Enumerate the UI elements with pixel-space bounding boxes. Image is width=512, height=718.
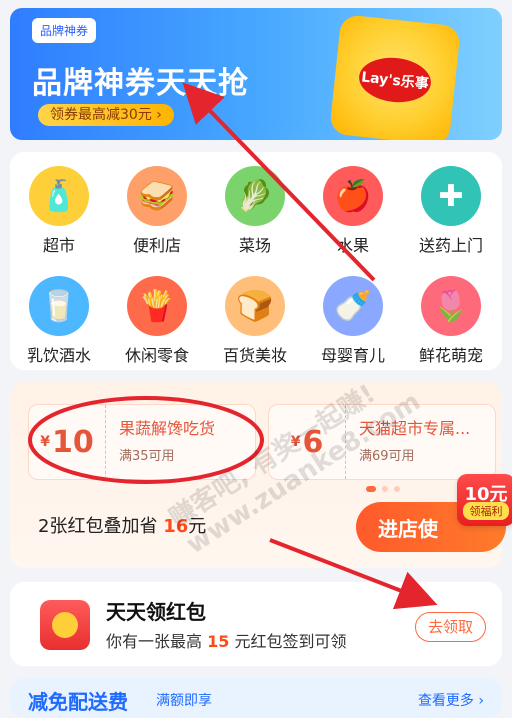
banner-title: 品牌神券天天抢 (32, 66, 249, 101)
category-convenience-store[interactable]: 🥪 便利店 (108, 152, 206, 255)
red-tag-label: 领福利 (463, 502, 509, 520)
delivery-subtitle: 满额即享 (156, 693, 212, 709)
coupon-amount: ¥ 10 (29, 405, 106, 479)
coupon-value: 10 (52, 424, 94, 460)
coupon-condition: 满69可用 (359, 449, 415, 464)
sandwich-icon: 🥪 (127, 166, 187, 226)
carousel-dot (382, 486, 388, 492)
category-label: 菜场 (238, 236, 271, 255)
brand-coupon-banner[interactable]: 品牌神券 品牌神券天天抢 领券最高减30元 › Lay's乐事 (10, 8, 502, 140)
claim-button[interactable]: 去领取 (414, 612, 486, 642)
bread-icon: 🍞 (225, 276, 285, 336)
category-medicine-delivery[interactable]: ✚ 送药上门 (402, 152, 500, 255)
category-dairy-drinks[interactable]: 🥛 乳饮酒水 (10, 262, 108, 365)
formula-can-icon: 🍼 (323, 276, 383, 336)
currency-symbol: ¥ (40, 434, 50, 450)
daily-desc-value: 15 (207, 632, 230, 651)
daily-title: 天天领红包 (106, 600, 206, 624)
chips-icon: 🍟 (127, 276, 187, 336)
delivery-title: 减免配送费 (28, 690, 128, 714)
view-more-link[interactable]: 查看更多 › (418, 690, 484, 710)
banner-coupon-pill[interactable]: 领券最高减30元 › (38, 104, 174, 126)
lays-logo: Lay's乐事 (356, 54, 434, 106)
category-label: 百货美妆 (222, 346, 287, 365)
category-general-beauty[interactable]: 🍞 百货美妆 (206, 262, 304, 365)
category-label: 乳饮酒水 (26, 346, 91, 365)
daily-desc-prefix: 你有一张最高 (106, 632, 208, 651)
apple-icon: 🍎 (323, 166, 383, 226)
oil-bottle-icon: 🧴 (29, 166, 89, 226)
coupon-info: 果蔬解馋吃货 满35可用 (119, 415, 243, 464)
daily-red-packet-card: 天天领红包 你有一张最高 15 元红包签到可领 去领取 (10, 582, 502, 666)
coupon-name: 果蔬解馋吃货 (119, 419, 216, 438)
category-label: 便利店 (132, 236, 181, 255)
category-mother-baby[interactable]: 🍼 母婴育儿 (304, 262, 402, 365)
daily-desc-suffix: 元红包签到可领 (229, 632, 347, 651)
daily-description: 你有一张最高 15 元红包签到可领 (106, 628, 346, 652)
red-envelope-icon (40, 600, 90, 650)
chips-bag-image: Lay's乐事 (329, 14, 461, 140)
category-label: 超市 (42, 236, 75, 255)
category-snacks[interactable]: 🍟 休闲零食 (108, 262, 206, 365)
category-vegetable-market[interactable]: 🥬 菜场 (206, 152, 304, 255)
category-fruit[interactable]: 🍎 水果 (304, 152, 402, 255)
category-label: 水果 (336, 236, 369, 255)
medicine-kit-icon: ✚ (421, 166, 481, 226)
category-supermarket[interactable]: 🧴 超市 (10, 152, 108, 255)
category-label: 送药上门 (418, 236, 483, 255)
welfare-red-tag[interactable]: 10元 领福利 (457, 474, 512, 526)
carousel-indicator (366, 486, 400, 492)
milk-bottle-icon: 🥛 (29, 276, 89, 336)
carousel-dot-active (366, 486, 376, 492)
banner-tag: 品牌神券 (32, 18, 97, 43)
cabbage-icon: 🥬 (225, 166, 285, 226)
category-label: 休闲零食 (124, 346, 189, 365)
summary-prefix: 2张红包叠加省 (38, 516, 164, 537)
carousel-dot (394, 486, 400, 492)
delivery-fee-strip[interactable]: 减免配送费 满额即享 查看更多 › (10, 678, 502, 718)
